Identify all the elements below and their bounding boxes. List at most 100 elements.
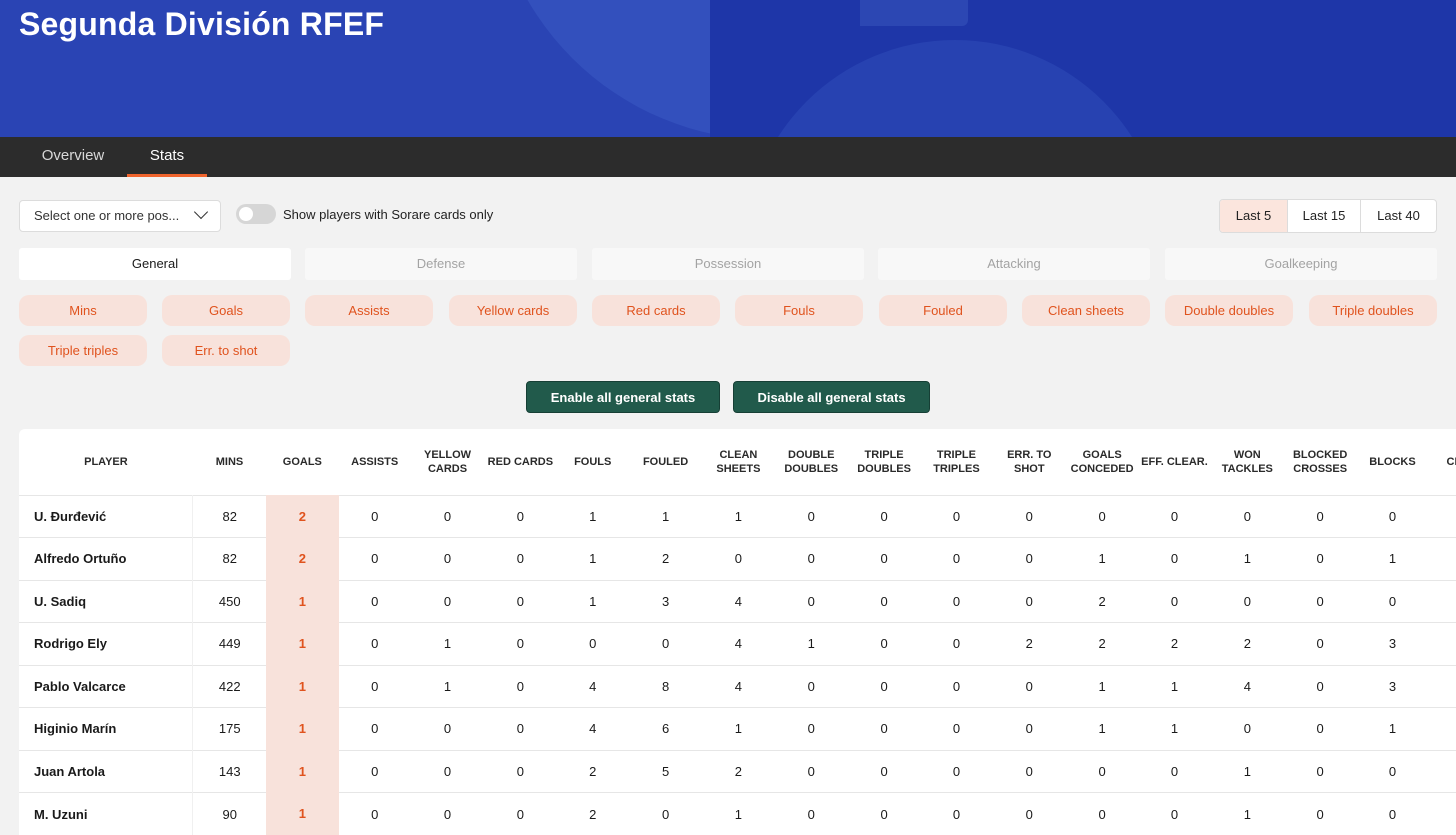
column-header[interactable]: Goals conceded (1066, 429, 1138, 495)
category-tab-attacking[interactable]: Attacking (878, 248, 1150, 280)
stat-cell: 6 (628, 707, 703, 750)
table-row[interactable]: U. Sadiq 450 1 0 0 0 1 3 4 0 0 0 0 2 0 0 0 0 (19, 579, 1456, 623)
tab-overview[interactable]: Overview (19, 137, 127, 177)
column-header[interactable]: Red cards (484, 429, 556, 495)
stat-chip-yellow-cards[interactable]: Yellow cards (449, 295, 577, 326)
enable-all-stats-button[interactable]: Enable all general stats (526, 381, 720, 413)
stat-cell: 0 (1356, 749, 1429, 793)
player-name[interactable]: Rodrigo Ely (19, 622, 194, 665)
stat-chip-fouled[interactable]: Fouled (879, 295, 1007, 326)
stat-cell: 5 (628, 749, 703, 793)
range-selector: Last 5 Last 15 Last 40 (1219, 199, 1437, 233)
stat-cell: 1 (266, 622, 339, 665)
column-header[interactable]: Mins (193, 429, 266, 495)
stat-cell: 0 (992, 749, 1066, 793)
sorare-cards-toggle[interactable] (236, 204, 276, 224)
player-name[interactable]: M. Uzuni (19, 792, 194, 835)
column-header[interactable]: Eff. clear. (1138, 429, 1210, 495)
stat-cell: 0 (1356, 494, 1429, 538)
player-name[interactable]: Pablo Valcarce (19, 664, 194, 708)
column-header[interactable]: Triple triples (920, 429, 992, 495)
stat-cell: 1 (556, 579, 629, 623)
table-row[interactable]: Higinio Marín 175 1 0 0 0 4 6 1 0 0 0 0 1 1 0 0 1 (19, 707, 1456, 750)
stat-cell: 0 (1283, 622, 1357, 665)
stat-cell: 0 (1065, 749, 1139, 793)
table-row[interactable]: U. Đurđević 82 2 0 0 0 1 1 1 0 0 0 0 0 0 0 0 0 (19, 494, 1456, 538)
category-tab-defense[interactable]: Defense (305, 248, 577, 280)
column-header[interactable]: Assists (339, 429, 411, 495)
range-last-15[interactable]: Last 15 (1288, 200, 1361, 232)
header-decoration (860, 0, 968, 26)
stats-table-container[interactable]: Player Mins Goals Assists Yellow cards Red ca… (19, 429, 1456, 835)
stat-cell: 2 (628, 537, 703, 580)
stat-cell: 0 (1283, 494, 1357, 538)
stat-cell: 0 (920, 537, 993, 580)
player-name[interactable]: Alfredo Ortuño (19, 537, 194, 580)
stat-cell: 0 (774, 792, 848, 835)
column-header[interactable]: Goals (266, 429, 338, 495)
column-header[interactable]: Clean sheets (702, 429, 774, 495)
table-row[interactable]: M. Uzuni 90 1 0 0 0 2 0 1 0 0 0 0 0 0 1 0 0 (19, 792, 1456, 835)
stat-cell: 0 (992, 664, 1066, 708)
league-header: Segunda División RFEF (0, 0, 1456, 137)
column-header[interactable]: Err. to shot (993, 429, 1066, 495)
player-name[interactable]: Higinio Marín (19, 707, 194, 750)
category-tabs: General Defense Possession Attacking Goa… (19, 248, 1437, 280)
stat-chip-triple-triples[interactable]: Triple triples (19, 335, 147, 366)
column-header[interactable]: Double doubles (775, 429, 848, 495)
stat-cell (1428, 579, 1456, 623)
stat-cell (1428, 494, 1456, 538)
stat-chip-double-doubles[interactable]: Double doubles (1165, 295, 1293, 326)
stat-cell: 0 (628, 792, 703, 835)
category-tab-possession[interactable]: Possession (592, 248, 864, 280)
stat-chip-goals[interactable]: Goals (162, 295, 290, 326)
stat-chip-assists[interactable]: Assists (305, 295, 433, 326)
disable-all-stats-button[interactable]: Disable all general stats (733, 381, 930, 413)
player-name[interactable]: Juan Artola (19, 749, 194, 793)
stat-cell: 0 (847, 792, 921, 835)
category-tab-goalkeeping[interactable]: Goalkeeping (1165, 248, 1437, 280)
nav-tabbar: Overview Stats (0, 137, 1456, 177)
tab-stats[interactable]: Stats (127, 137, 207, 177)
column-header[interactable]: Blocks (1356, 429, 1428, 495)
table-row[interactable]: Pablo Valcarce 422 1 0 1 0 4 8 4 0 0 0 0 1 1 4 0 3 (19, 664, 1456, 708)
stat-cell: 2 (1065, 622, 1139, 665)
stat-cell: 422 (192, 664, 267, 708)
stat-cell: 0 (847, 749, 921, 793)
range-last-40[interactable]: Last 40 (1361, 200, 1436, 232)
column-header[interactable]: Fouled (629, 429, 702, 495)
stat-chip-mins[interactable]: Mins (19, 295, 147, 326)
stat-cell: 0 (1138, 792, 1211, 835)
column-header[interactable]: Fouls (557, 429, 629, 495)
player-name[interactable]: U. Sadiq (19, 579, 194, 623)
stat-cell: 1 (1065, 537, 1139, 580)
player-name[interactable]: U. Đurđević (19, 494, 194, 538)
category-tab-general[interactable]: General (19, 248, 291, 280)
stat-chip-err-to-shot[interactable]: Err. to shot (162, 335, 290, 366)
column-header[interactable]: Triple doubles (848, 429, 920, 495)
stat-cell: 0 (920, 792, 993, 835)
stat-cell: 82 (192, 537, 267, 580)
stat-cell: 0 (484, 622, 557, 665)
stat-cell: 0 (847, 622, 921, 665)
stat-cell: 1 (556, 537, 629, 580)
stat-cell (1428, 664, 1456, 708)
column-header[interactable]: Blocked crosses (1284, 429, 1356, 495)
stat-chip-red-cards[interactable]: Red cards (592, 295, 720, 326)
stat-cell: 1 (702, 494, 775, 538)
column-header[interactable]: Player (19, 429, 193, 495)
stat-cell: 1 (1210, 792, 1284, 835)
table-row[interactable]: Juan Artola 143 1 0 0 0 2 5 2 0 0 0 0 0 0 1 0 0 (19, 749, 1456, 793)
table-row[interactable]: Alfredo Ortuño 82 2 0 0 0 1 2 0 0 0 0 0 1 0 1 0 1 (19, 537, 1456, 580)
stat-chip-triple-doubles[interactable]: Triple doubles (1309, 295, 1437, 326)
position-select[interactable]: Select one or more pos... (19, 200, 221, 232)
chevron-down-icon (193, 204, 209, 220)
stat-cell: 1 (774, 622, 848, 665)
range-last-5[interactable]: Last 5 (1220, 200, 1288, 232)
stat-chip-fouls[interactable]: Fouls (735, 295, 863, 326)
column-header[interactable]: Cl (1429, 429, 1456, 495)
table-row[interactable]: Rodrigo Ely 449 1 0 1 0 0 0 4 1 0 0 2 2 2 2 0 3 (19, 622, 1456, 665)
column-header[interactable]: Won tackles (1211, 429, 1284, 495)
stat-chip-clean-sheets[interactable]: Clean sheets (1022, 295, 1150, 326)
column-header[interactable]: Yellow cards (411, 429, 484, 495)
